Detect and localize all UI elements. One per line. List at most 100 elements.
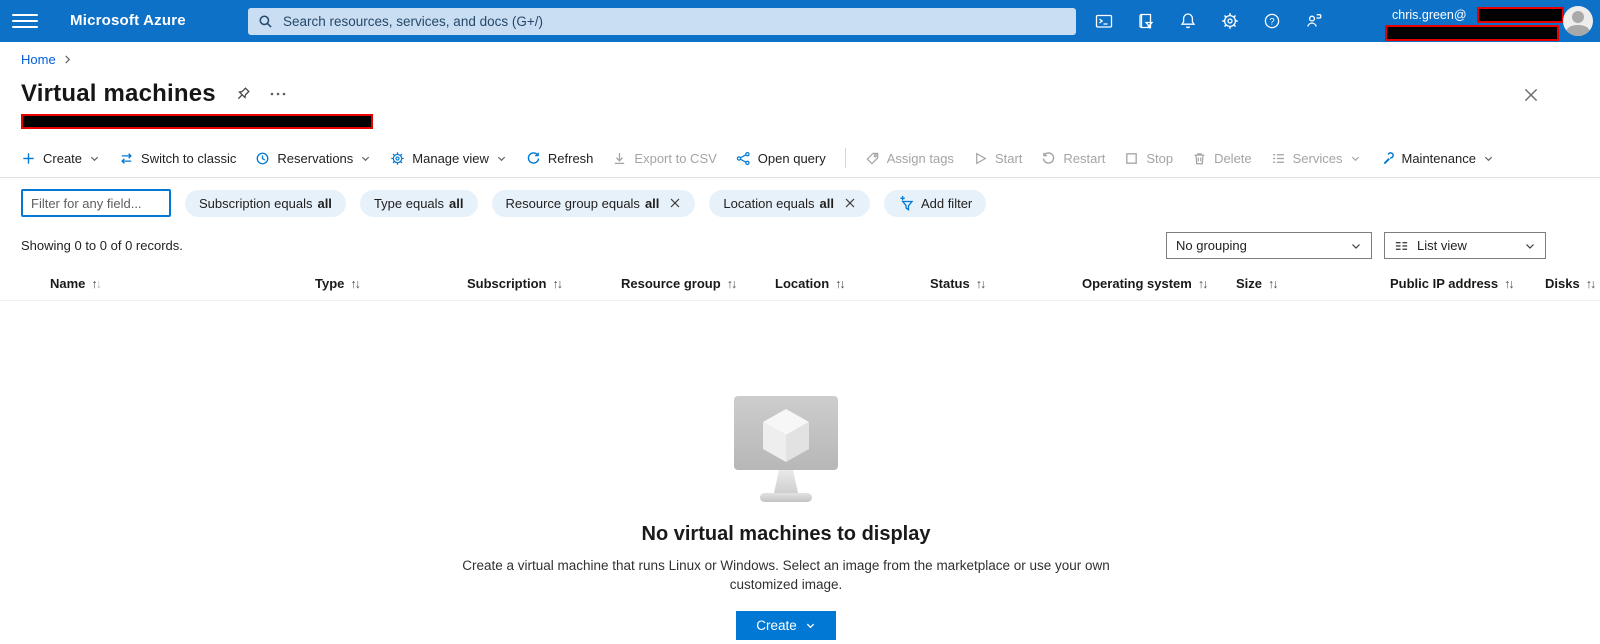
open-query-button[interactable]: Open query — [736, 151, 826, 166]
switch-to-classic-button[interactable]: Switch to classic — [119, 151, 236, 166]
list-view-icon — [1394, 238, 1409, 253]
monitor-vm-illustration — [734, 396, 838, 502]
column-header-operating-system[interactable]: Operating system ↑↓ — [1082, 276, 1208, 291]
wrench-icon — [1380, 151, 1395, 166]
sort-icon: ↑↓ — [1197, 276, 1209, 291]
column-header-name[interactable]: Name ↑↓ — [50, 276, 102, 291]
chevron-down-icon — [1483, 153, 1494, 164]
breadcrumb-chevron-icon — [64, 55, 70, 64]
export-to-csv-button[interactable]: Export to CSV — [612, 151, 717, 166]
remove-filter-icon[interactable] — [669, 197, 681, 209]
sort-icon: ↑↓ — [552, 276, 563, 291]
stop-button[interactable]: Stop — [1124, 151, 1173, 166]
sort-icon: ↑↓ — [1268, 276, 1279, 291]
empty-state-title: No virtual machines to display — [641, 523, 931, 545]
records-summary: Showing 0 to 0 of 0 records. — [21, 238, 183, 253]
grouping-select[interactable]: No grouping — [1166, 232, 1372, 259]
search-icon — [259, 15, 272, 28]
filter-pill-type[interactable]: Type equals all — [359, 189, 478, 217]
clock-icon — [255, 151, 270, 166]
remove-filter-icon[interactable] — [844, 197, 856, 209]
sort-icon: ↑↓ — [91, 276, 102, 291]
sort-icon: ↑↓ — [1504, 276, 1515, 291]
page-title-row: Virtual machines — [21, 80, 287, 108]
column-header-size[interactable]: Size ↑↓ — [1236, 276, 1279, 291]
chevron-down-icon — [89, 153, 100, 164]
column-header-disks[interactable]: Disks ↑↓ — [1545, 276, 1596, 291]
chevron-down-icon — [496, 153, 507, 164]
notifications-bell-icon[interactable] — [1178, 11, 1198, 31]
delete-button[interactable]: Delete — [1192, 151, 1252, 166]
reservations-button[interactable]: Reservations — [255, 151, 371, 166]
restart-button[interactable]: Restart — [1041, 151, 1105, 166]
sort-icon: ↑↓ — [350, 276, 361, 291]
filter-bar: Subscription equalsall Type equalsall Re… — [21, 189, 987, 217]
swap-arrows-icon — [119, 151, 134, 166]
chevron-down-icon — [1350, 153, 1361, 164]
help-icon[interactable]: ? — [1262, 11, 1282, 31]
redaction-user-directory — [1385, 25, 1559, 41]
top-bar: Microsoft Azure ? chris.green@ — [0, 0, 1600, 42]
gear-icon — [390, 151, 405, 166]
maintenance-button[interactable]: Maintenance — [1380, 151, 1494, 166]
column-header-subscription[interactable]: Subscription ↑↓ — [467, 276, 563, 291]
add-filter-button[interactable]: Add filter — [883, 189, 987, 217]
chevron-down-icon — [1524, 240, 1536, 252]
page-title: Virtual machines — [21, 80, 216, 107]
sort-icon: ↑↓ — [1585, 276, 1597, 291]
svg-text:?: ? — [1269, 16, 1274, 27]
search-input[interactable] — [281, 13, 1066, 30]
view-select[interactable]: List view — [1384, 232, 1546, 259]
ellipsis-menu-icon[interactable] — [269, 91, 287, 97]
filter-input[interactable] — [21, 189, 171, 217]
brand-title: Microsoft Azure — [70, 12, 186, 29]
redaction-email-domain — [1477, 7, 1564, 23]
cloud-shell-icon[interactable] — [1094, 11, 1114, 31]
sort-icon: ↑↓ — [726, 276, 738, 291]
add-filter-funnel-icon — [898, 195, 914, 211]
directory-filter-icon[interactable] — [1136, 11, 1156, 31]
feedback-icon[interactable] — [1304, 11, 1324, 31]
download-icon — [612, 151, 627, 166]
create-vm-button[interactable]: Create — [736, 611, 836, 640]
column-header-status[interactable]: Status ↑↓ — [930, 276, 986, 291]
column-header-type[interactable]: Type ↑↓ — [315, 276, 361, 291]
play-icon — [973, 151, 988, 166]
chevron-down-icon — [806, 623, 814, 629]
close-icon[interactable] — [1522, 86, 1542, 106]
column-header-location[interactable]: Location ↑↓ — [775, 276, 846, 291]
command-toolbar: Create Switch to classic Reservations Ma… — [0, 139, 1600, 178]
stop-square-icon — [1124, 151, 1139, 166]
filter-pill-resource-group[interactable]: Resource group equals all — [491, 189, 696, 217]
trash-icon — [1192, 151, 1207, 166]
avatar[interactable] — [1563, 6, 1593, 36]
restart-icon — [1041, 151, 1056, 166]
plus-icon — [21, 151, 36, 166]
toolbar-separator — [844, 148, 846, 168]
empty-state-description: Create a virtual machine that runs Linux… — [462, 558, 1110, 592]
column-header-resource-group[interactable]: Resource group ↑↓ — [621, 276, 737, 291]
column-header-public-ip[interactable]: Public IP address ↑↓ — [1390, 276, 1515, 291]
tag-icon — [865, 151, 880, 166]
manage-view-button[interactable]: Manage view — [390, 151, 507, 166]
assign-tags-button[interactable]: Assign tags — [865, 151, 954, 166]
table-header: Name ↑↓ Type ↑↓ Subscription ↑↓ Resource gr… — [0, 271, 1600, 301]
breadcrumb-home-link[interactable]: Home — [21, 52, 56, 67]
topbar-icons: ? — [1094, 0, 1324, 42]
filter-pill-subscription[interactable]: Subscription equals all — [185, 189, 346, 217]
refresh-button[interactable]: Refresh — [526, 151, 593, 166]
create-button[interactable]: Create — [21, 151, 100, 166]
refresh-icon — [526, 151, 541, 166]
services-button[interactable]: Services — [1271, 151, 1361, 166]
query-branch-icon — [736, 151, 751, 166]
hamburger-menu-icon[interactable] — [12, 10, 38, 32]
global-search[interactable] — [248, 8, 1076, 35]
pin-icon[interactable] — [234, 86, 251, 103]
sort-icon: ↑↓ — [835, 276, 846, 291]
breadcrumb: Home — [21, 52, 72, 67]
settings-gear-icon[interactable] — [1220, 11, 1240, 31]
user-email[interactable]: chris.green@ — [1392, 8, 1467, 22]
sort-icon: ↑↓ — [975, 276, 987, 291]
start-button[interactable]: Start — [973, 151, 1022, 166]
filter-pill-location[interactable]: Location equals all — [709, 189, 870, 217]
